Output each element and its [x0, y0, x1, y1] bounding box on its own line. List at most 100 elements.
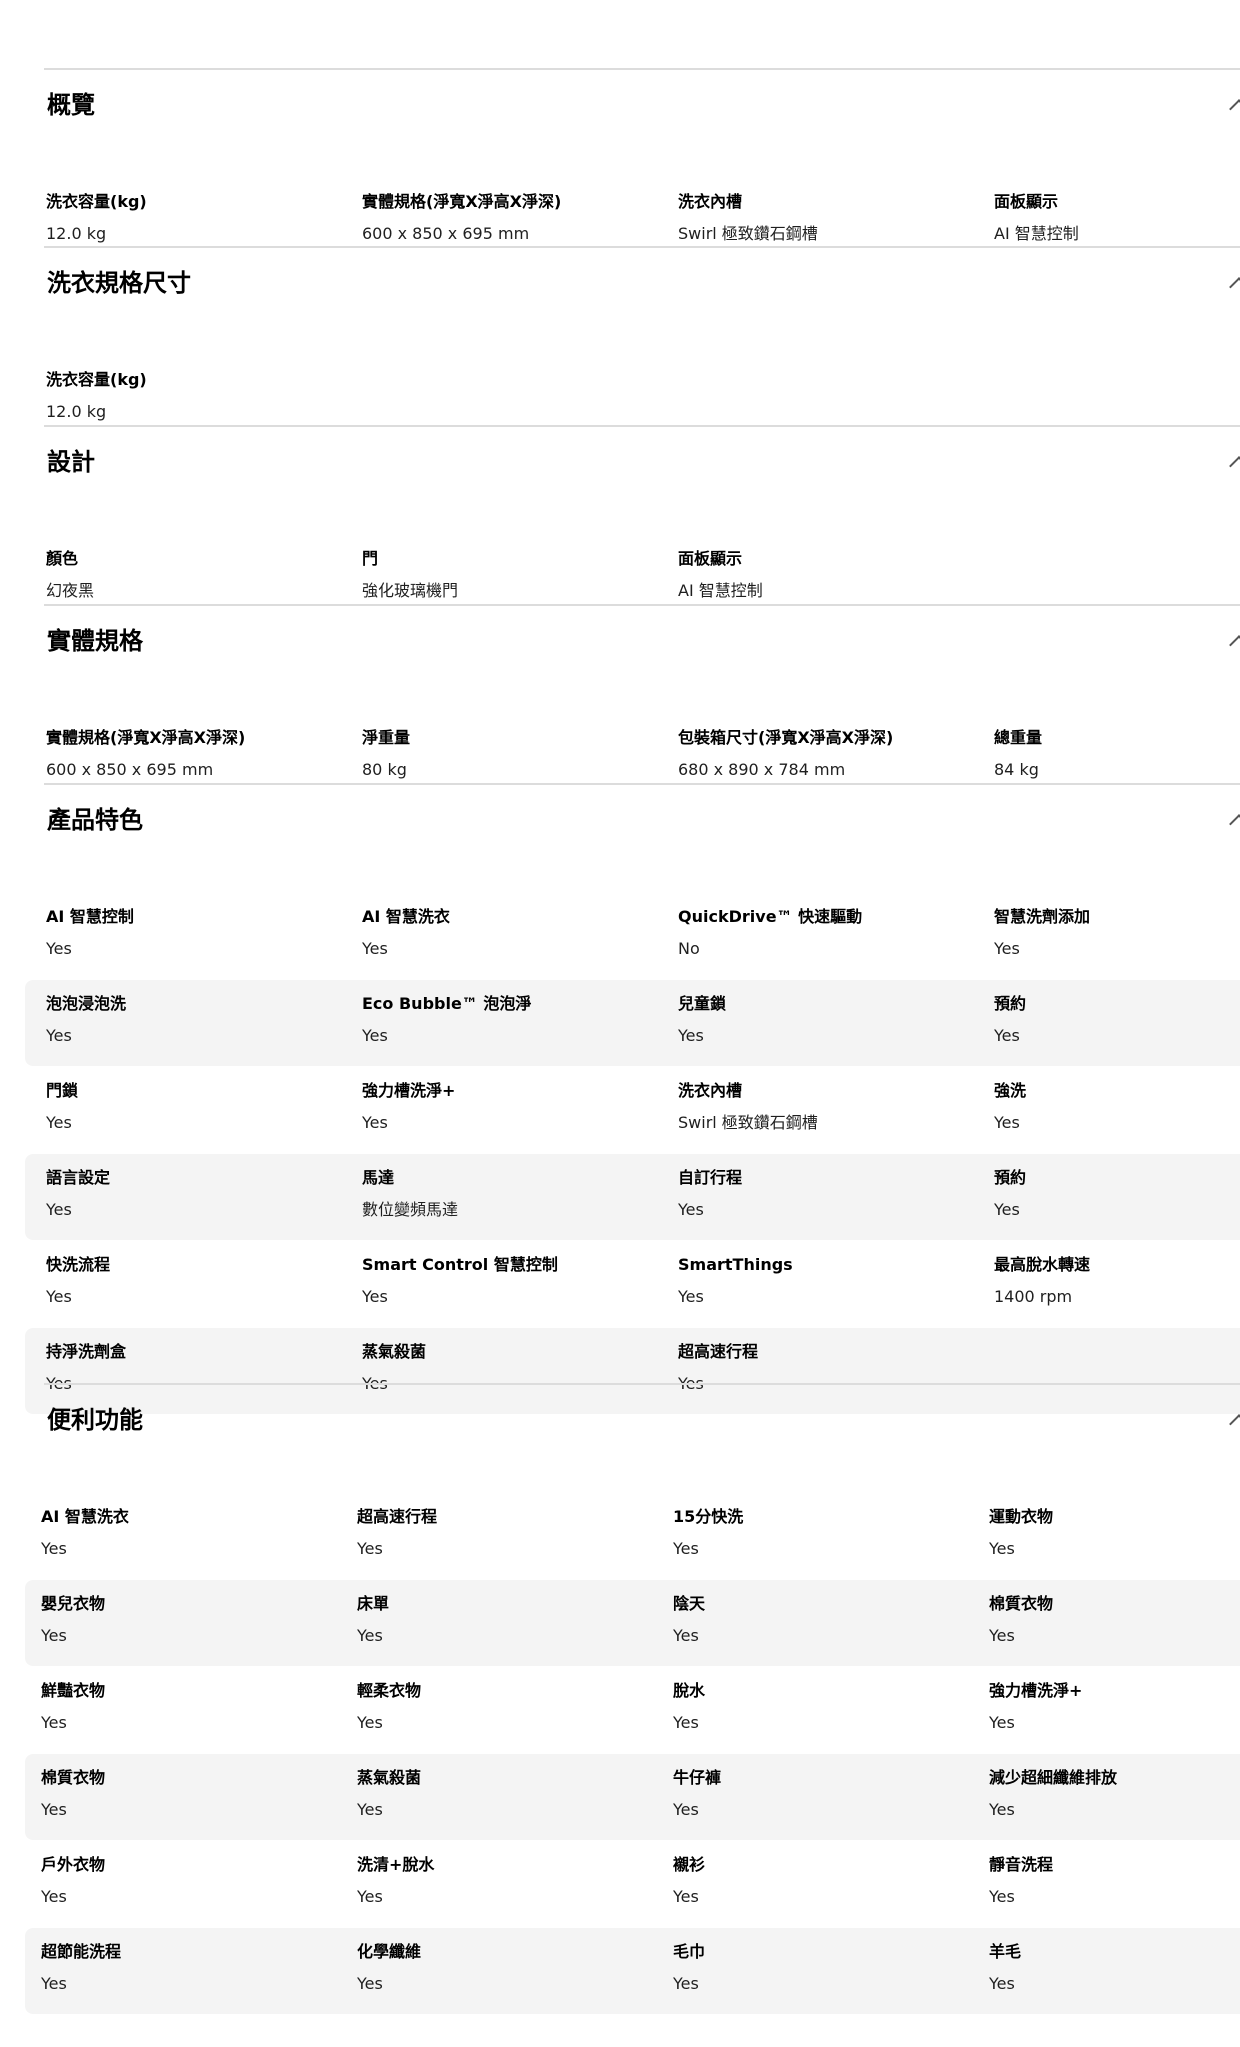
- section-title: 便利功能: [47, 1406, 143, 1434]
- spec-value: Yes: [357, 1974, 383, 1993]
- spec-value: Yes: [678, 1026, 704, 1045]
- section-title: 實體規格: [47, 627, 143, 655]
- spec-label: 總重量: [994, 728, 1043, 747]
- spec-value: Yes: [989, 1887, 1015, 1906]
- spec-value: Yes: [46, 1113, 72, 1132]
- spec-value: Yes: [989, 1539, 1015, 1558]
- spec-label: 強洗: [994, 1081, 1027, 1100]
- spec-label: 實體規格(淨寬X淨高X淨深): [362, 192, 562, 211]
- spec-value: 數位變頻馬達: [362, 1200, 459, 1219]
- spec-label: 自訂行程: [678, 1168, 743, 1187]
- spec-label: 面板顯示: [994, 192, 1059, 211]
- spec-label: 預約: [994, 1168, 1027, 1187]
- spec-value: Yes: [994, 1026, 1020, 1045]
- spec-label: 強力槽洗淨+: [989, 1681, 1083, 1700]
- spec-row: 嬰兒衣物 Yes 床單 Yes 陰天 Yes 棉質衣物 Yes: [25, 1580, 1240, 1666]
- spec-value: Yes: [46, 939, 72, 958]
- spec-value: 600 x 850 x 695 mm: [46, 760, 214, 779]
- spec-value: Yes: [41, 1974, 67, 1993]
- spec-value: Yes: [357, 1887, 383, 1906]
- spec-value: 12.0 kg: [46, 402, 107, 421]
- spec-label: 化學纖維: [357, 1942, 422, 1961]
- spec-label: 馬達: [362, 1168, 395, 1187]
- collapse-chevron-icon[interactable]: [1229, 635, 1240, 655]
- spec-value: Yes: [989, 1800, 1015, 1819]
- spec-value: Yes: [46, 1200, 72, 1219]
- spec-row: 泡泡浸泡洗 Yes Eco Bubble™ 泡泡淨 Yes 兒童鎖 Yes 預約 Yes: [25, 980, 1240, 1066]
- spec-label: AI 智慧洗衣: [362, 907, 450, 926]
- spec-value: AI 智慧控制: [678, 581, 763, 600]
- spec-value: Yes: [989, 1626, 1015, 1645]
- spec-value: 600 x 850 x 695 mm: [362, 224, 530, 243]
- spec-label: 面板顯示: [678, 549, 743, 568]
- spec-label: 語言設定: [46, 1168, 111, 1187]
- spec-value: Yes: [994, 1113, 1020, 1132]
- spec-label: 棉質衣物: [989, 1594, 1054, 1613]
- spec-label: 洗清+脫水: [357, 1855, 435, 1874]
- section-title: 概覽: [47, 91, 95, 119]
- spec-label: AI 智慧控制: [46, 907, 134, 926]
- spec-value: Yes: [989, 1713, 1015, 1732]
- spec-section-5: 便利功能 AI 智慧洗衣 Yes 超高速行程 Yes 15分快洗 Yes 運動衣物 Yes 嬰兒衣…: [0, 1383, 1240, 2029]
- spec-value: No: [678, 939, 700, 958]
- spec-label: 快洗流程: [46, 1255, 111, 1274]
- spec-label: 輕柔衣物: [357, 1681, 422, 1700]
- spec-value: Yes: [41, 1539, 67, 1558]
- spec-label: AI 智慧洗衣: [41, 1507, 129, 1526]
- spec-value: Yes: [362, 1287, 388, 1306]
- spec-value: Yes: [362, 939, 388, 958]
- spec-label: 顏色: [46, 549, 79, 568]
- spec-value: 強化玻璃機門: [362, 581, 459, 600]
- spec-label: 床單: [357, 1594, 390, 1613]
- spec-label: 減少超細纖維排放: [989, 1768, 1118, 1787]
- spec-section-4: 產品特色 AI 智慧控制 Yes AI 智慧洗衣 Yes QuickDrive™ 快速驅動…: [0, 783, 1240, 1429]
- collapse-chevron-icon[interactable]: [1229, 814, 1240, 834]
- spec-value: 12.0 kg: [46, 224, 107, 243]
- spec-label: 門鎖: [46, 1081, 79, 1100]
- spec-label: 鮮豔衣物: [41, 1681, 106, 1700]
- spec-value: Yes: [994, 939, 1020, 958]
- collapse-chevron-icon[interactable]: [1229, 277, 1240, 297]
- spec-label: 羊毛: [989, 1942, 1022, 1961]
- spec-label: Smart Control 智慧控制: [362, 1255, 558, 1274]
- spec-value: Yes: [678, 1287, 704, 1306]
- spec-value: 1400 rpm: [994, 1287, 1073, 1306]
- section-divider: [44, 1383, 1240, 1385]
- spec-label: 脫水: [673, 1681, 706, 1700]
- spec-value: 幻夜黑: [46, 581, 95, 600]
- spec-row: 快洗流程 Yes Smart Control 智慧控制 Yes SmartThings Y…: [44, 1241, 1240, 1327]
- collapse-chevron-icon[interactable]: [1229, 456, 1240, 476]
- spec-label: 蒸氣殺菌: [362, 1342, 427, 1361]
- spec-value: Yes: [673, 1539, 699, 1558]
- spec-label: 襯衫: [673, 1855, 706, 1874]
- spec-label: 15分快洗: [673, 1507, 744, 1526]
- spec-label: 運動衣物: [989, 1507, 1054, 1526]
- spec-value: Yes: [357, 1800, 383, 1819]
- spec-value: Yes: [357, 1539, 383, 1558]
- spec-label: 靜音洗程: [989, 1855, 1054, 1874]
- spec-row: AI 智慧洗衣 Yes 超高速行程 Yes 15分快洗 Yes 運動衣物 Yes: [41, 1493, 1240, 1579]
- spec-value: Yes: [41, 1713, 67, 1732]
- spec-label: 持淨洗劑盒: [46, 1342, 127, 1361]
- spec-label: 淨重量: [362, 728, 411, 747]
- spec-label: 實體規格(淨寬X淨高X淨深): [46, 728, 246, 747]
- spec-value: Yes: [673, 1887, 699, 1906]
- spec-value: Yes: [357, 1713, 383, 1732]
- spec-value: 80 kg: [362, 760, 407, 779]
- spec-value: Yes: [678, 1200, 704, 1219]
- spec-value: Swirl 極致鑽石鋼槽: [678, 1113, 818, 1132]
- spec-label: 最高脫水轉速: [994, 1255, 1091, 1274]
- spec-label: 超高速行程: [678, 1342, 759, 1361]
- section-title: 產品特色: [47, 806, 143, 834]
- spec-value: Yes: [362, 1113, 388, 1132]
- spec-label: 洗衣內槽: [678, 1081, 743, 1100]
- spec-row: 超節能洗程 Yes 化學纖維 Yes 毛巾 Yes 羊毛 Yes: [25, 1928, 1240, 2014]
- spec-label: 棉質衣物: [41, 1768, 106, 1787]
- spec-label: 超高速行程: [357, 1507, 438, 1526]
- spec-label: 洗衣容量(kg): [46, 192, 147, 211]
- collapse-chevron-icon[interactable]: [1229, 99, 1240, 119]
- spec-label: 智慧洗劑添加: [994, 907, 1091, 926]
- collapse-chevron-icon[interactable]: [1229, 1414, 1240, 1434]
- spec-value: Yes: [46, 1026, 72, 1045]
- spec-label: 包裝箱尺寸(淨寬X淨高X淨深): [678, 728, 894, 747]
